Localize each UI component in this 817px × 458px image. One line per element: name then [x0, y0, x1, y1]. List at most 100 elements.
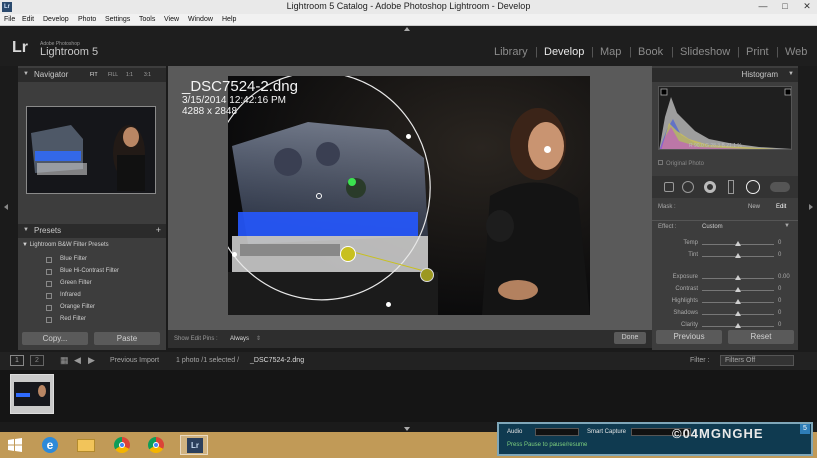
slider-knob-icon[interactable]	[735, 299, 741, 304]
mask-new-button[interactable]: New	[748, 204, 760, 210]
taskbar-ie[interactable]: e	[36, 435, 64, 455]
module-web[interactable]: Web	[785, 46, 807, 58]
radial-center-pin-icon[interactable]	[316, 193, 322, 199]
edit-pin-icon[interactable]	[340, 246, 356, 262]
preset-item[interactable]: Blue Filter	[22, 254, 162, 266]
forward-arrow-icon[interactable]: ▶	[88, 355, 95, 366]
red-eye-icon[interactable]	[704, 181, 716, 193]
selected-filename[interactable]: _DSC7524-2.dng	[250, 357, 304, 364]
taskbar-chrome-2[interactable]	[142, 435, 170, 455]
module-map[interactable]: Map	[600, 46, 621, 58]
slider-temp[interactable]: Temp 0	[652, 238, 798, 250]
menu-settings[interactable]: Settings	[105, 16, 130, 23]
filter-select[interactable]: Filters Off	[720, 355, 794, 366]
menu-edit[interactable]: Edit	[22, 16, 34, 23]
grid-view-icon[interactable]: ▦	[60, 355, 69, 366]
slider-value[interactable]: 0.00	[778, 274, 790, 280]
crop-tool-icon[interactable]	[664, 182, 674, 192]
original-photo-toggle[interactable]: Original Photo	[658, 160, 704, 167]
reset-button[interactable]: Reset	[728, 330, 794, 344]
back-arrow-icon[interactable]: ◀	[74, 355, 81, 366]
slider-knob-icon[interactable]	[735, 323, 741, 328]
slider-value[interactable]: 0	[778, 322, 781, 328]
slider-exposure[interactable]: Exposure 0.00	[652, 272, 798, 284]
menu-file[interactable]: File	[4, 16, 15, 23]
slider-knob-icon[interactable]	[735, 275, 741, 280]
navigator-preview[interactable]	[26, 106, 156, 194]
menu-window[interactable]: Window	[188, 16, 213, 23]
radial-filter-icon[interactable]	[746, 180, 760, 194]
preset-item[interactable]: Infrared	[22, 290, 162, 302]
preset-item[interactable]: Blue Hi-Contrast Filter	[22, 266, 162, 278]
zoom-fill[interactable]: FILL	[108, 72, 118, 78]
slider-knob-icon[interactable]	[735, 253, 741, 258]
taskbar-explorer[interactable]	[72, 435, 100, 455]
module-library[interactable]: Library	[494, 46, 528, 58]
chrome-icon	[148, 437, 164, 453]
slider-value[interactable]: 0	[778, 286, 781, 292]
slider-value[interactable]: 0	[778, 252, 781, 258]
menu-develop[interactable]: Develop	[43, 16, 69, 23]
preset-item[interactable]: Red Filter	[22, 314, 162, 326]
slider-tint[interactable]: Tint 0	[652, 250, 798, 262]
mask-edit-button[interactable]: Edit	[776, 204, 786, 210]
done-button[interactable]: Done	[614, 332, 646, 344]
module-slideshow[interactable]: Slideshow	[680, 46, 730, 58]
zoom-fit[interactable]: FIT	[90, 72, 98, 78]
preset-item[interactable]: Green Filter	[22, 278, 162, 290]
left-panel-toggle-icon[interactable]	[4, 204, 8, 210]
spot-removal-icon[interactable]	[682, 181, 694, 193]
slider-knob-icon[interactable]	[735, 311, 741, 316]
copy-button[interactable]: Copy...	[22, 332, 88, 345]
slider-value[interactable]: 0	[778, 240, 781, 246]
presets-header[interactable]: ▼ Presets +	[18, 224, 166, 238]
slider-value[interactable]: 0	[778, 310, 781, 316]
previous-button[interactable]: Previous	[656, 330, 722, 344]
add-preset-icon[interactable]: +	[156, 225, 161, 235]
slider-contrast[interactable]: Contrast 0	[652, 284, 798, 296]
show-edit-pins-select[interactable]: Always	[230, 336, 249, 342]
menu-photo[interactable]: Photo	[78, 16, 96, 23]
radial-handle-icon[interactable]	[386, 302, 391, 307]
preset-folder[interactable]: ▼ Lightroom B&W Filter Presets	[22, 242, 109, 248]
taskbar-chrome[interactable]	[108, 435, 136, 455]
right-panel-toggle-icon[interactable]	[809, 204, 813, 210]
edit-pin-icon[interactable]	[420, 268, 434, 282]
radial-handle-icon[interactable]	[544, 146, 551, 153]
minimize-button[interactable]: —	[756, 1, 770, 12]
maximize-button[interactable]: □	[778, 1, 792, 12]
slider-value[interactable]: 0	[778, 298, 781, 304]
navigator-header[interactable]: ▼ Navigator FIT FILL 1:1 3:1	[18, 68, 166, 82]
module-print[interactable]: Print	[746, 46, 769, 58]
preset-item[interactable]: Orange Filter	[22, 302, 162, 314]
taskbar-lightroom[interactable]: Lr	[180, 435, 208, 455]
menu-help[interactable]: Help	[222, 16, 236, 23]
slider-knob-icon[interactable]	[735, 241, 741, 246]
bottom-panel-toggle-icon[interactable]	[404, 427, 410, 431]
radial-handle-icon[interactable]	[232, 252, 237, 257]
menu-view[interactable]: View	[164, 16, 179, 23]
filmstrip-thumbnail[interactable]	[10, 374, 54, 414]
slider-highlights[interactable]: Highlights 0	[652, 296, 798, 308]
effect-menu-icon[interactable]: ▼	[784, 223, 790, 229]
effect-select[interactable]: Custom	[702, 224, 723, 230]
histogram-header[interactable]: Histogram ▼	[652, 68, 798, 82]
zoom-3-1[interactable]: 3:1	[144, 72, 151, 78]
slider-knob-icon[interactable]	[735, 287, 741, 292]
graduated-filter-icon[interactable]	[728, 180, 734, 194]
radial-handle-icon[interactable]	[406, 134, 411, 139]
adjustment-brush-icon[interactable]	[770, 182, 790, 192]
close-button[interactable]: ✕	[800, 1, 814, 12]
source-label[interactable]: Previous Import	[110, 357, 159, 364]
module-develop[interactable]: Develop	[544, 46, 584, 58]
module-book[interactable]: Book	[638, 46, 663, 58]
windows-start-icon[interactable]	[8, 438, 22, 452]
page-1-button[interactable]: 1	[10, 355, 24, 366]
slider-shadows[interactable]: Shadows 0	[652, 308, 798, 320]
histogram[interactable]: R 90.0 G 28.3 B 21.1 %	[658, 86, 792, 150]
zoom-1-1[interactable]: 1:1	[126, 72, 133, 78]
menu-tools[interactable]: Tools	[139, 16, 155, 23]
top-panel-toggle-icon[interactable]	[404, 27, 410, 31]
page-2-button[interactable]: 2	[30, 355, 44, 366]
paste-button[interactable]: Paste	[94, 332, 160, 345]
